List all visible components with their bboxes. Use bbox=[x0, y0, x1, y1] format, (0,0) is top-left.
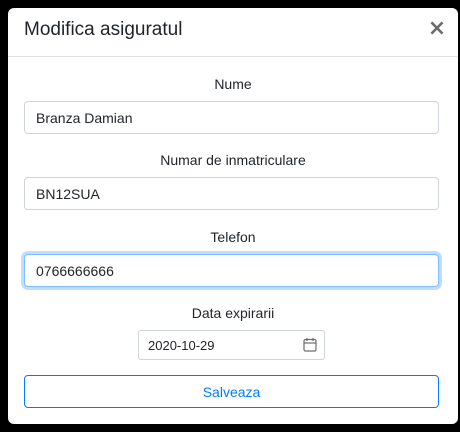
expiry-label: Data expirarii bbox=[191, 305, 275, 321]
calendar-icon[interactable] bbox=[303, 337, 317, 352]
name-label: Nume bbox=[214, 76, 252, 92]
phone-label: Telefon bbox=[210, 229, 256, 245]
plate-input[interactable] bbox=[24, 177, 439, 210]
phone-input[interactable] bbox=[24, 254, 439, 287]
expiry-date-input[interactable]: 2020-10-29 bbox=[138, 330, 325, 360]
save-button[interactable]: Salveaza bbox=[24, 375, 439, 408]
edit-insured-modal: Modifica asiguratul × Nume Numar de inma… bbox=[8, 8, 458, 424]
close-icon[interactable]: × bbox=[426, 17, 448, 41]
modal-title: Modifica asiguratul bbox=[24, 19, 183, 40]
name-input[interactable] bbox=[24, 101, 439, 134]
expiry-date-value: 2020-10-29 bbox=[148, 338, 215, 353]
modal-header: Modifica asiguratul × bbox=[8, 8, 458, 57]
plate-label: Numar de inmatriculare bbox=[160, 152, 306, 168]
